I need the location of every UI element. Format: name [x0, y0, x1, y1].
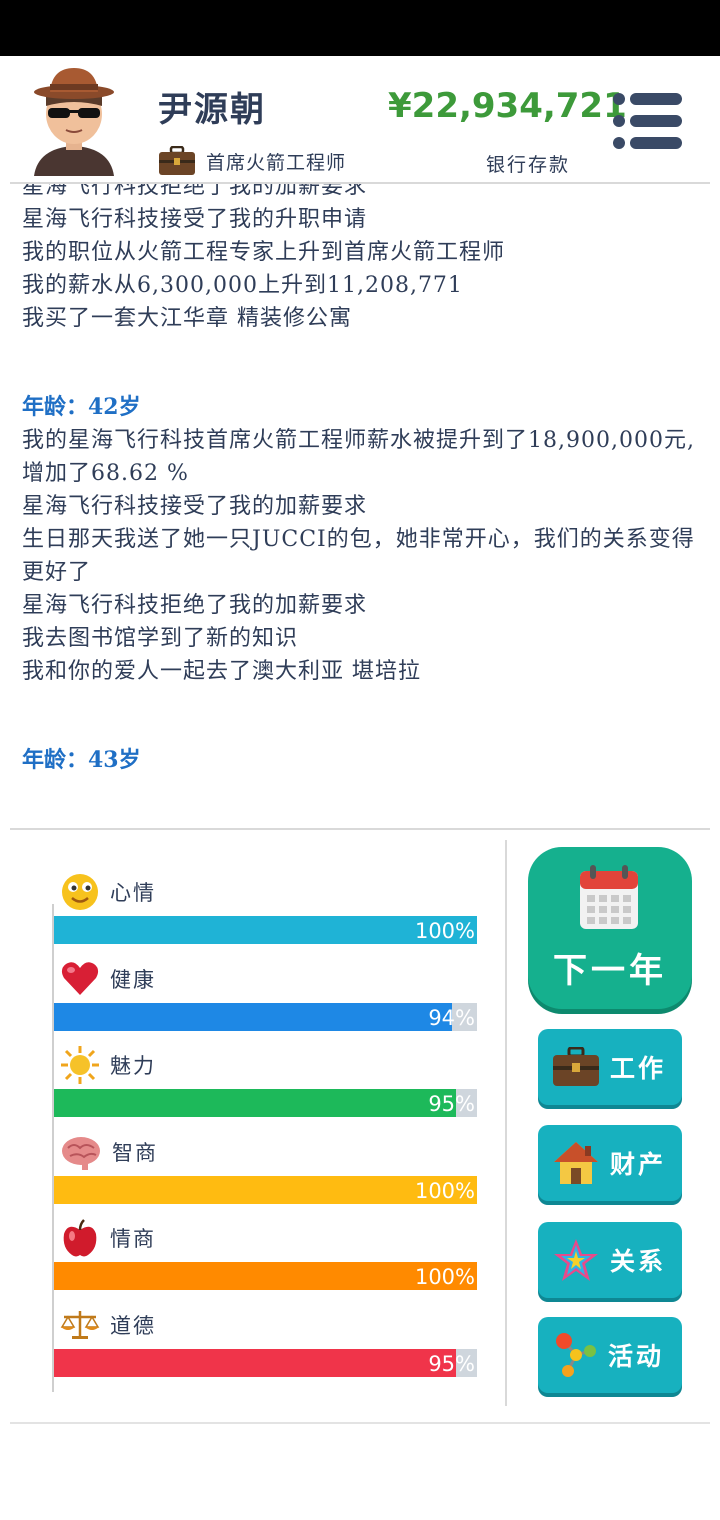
next-year-label: 下一年 [553, 951, 667, 991]
calendar-icon [580, 865, 638, 929]
stat-mood: 心情 100% [52, 860, 482, 947]
stat-charm: 魅力 95% [52, 1033, 482, 1120]
stat-bar: 100% [54, 1175, 477, 1204]
stat-bar: 94% [54, 1002, 477, 1031]
stat-percent: 94% [428, 1005, 475, 1030]
bank-balance: ¥22,934,721 [388, 86, 627, 126]
menu-icon[interactable] [612, 92, 684, 150]
avatar[interactable] [28, 66, 120, 178]
smiley-icon [62, 874, 98, 910]
stat-percent: 100% [414, 1178, 475, 1203]
bank-balance-label: 银行存款 [486, 154, 571, 176]
log-line: 星海飞行科技拒绝了我的加薪要求 [22, 593, 368, 618]
log-line: 我的职位从火箭工程专家上升到首席火箭工程师 [22, 240, 506, 265]
log-line: 星海飞行科技接受了我的升职申请 [22, 207, 368, 232]
stat-name: 心情 [110, 881, 156, 905]
status-bar [0, 0, 720, 56]
stat-bar: 95% [54, 1348, 477, 1377]
apple-icon [63, 1219, 97, 1257]
job-row: 首席火箭工程师 [158, 144, 346, 178]
stat-percent: 95% [428, 1092, 475, 1116]
house-icon [554, 1142, 598, 1184]
stat-bar-fill [54, 1175, 477, 1204]
stat-iq: 智商 100% [52, 1120, 482, 1207]
briefcase-icon [553, 1047, 599, 1086]
stat-eq: 情商 100% [52, 1206, 482, 1293]
log-divider [10, 828, 710, 830]
stat-bar-fill [54, 1348, 456, 1377]
stat-bar: 100% [54, 1262, 477, 1290]
stat-name: 智商 [112, 1140, 158, 1165]
stat-bar-fill [54, 1089, 456, 1117]
stat-percent: 100% [414, 1265, 475, 1289]
life-log-content: 星海飞行科技拒绝了我的加薪要求 星海飞行科技接受了我的升职申请 我的职位从火箭工… [22, 184, 702, 777]
stat-percent: 100% [414, 919, 475, 943]
relationship-label: 关系 [610, 1247, 667, 1276]
stat-bar-fill [54, 1262, 477, 1290]
stat-health: 健康 94% [52, 947, 482, 1034]
stats-panel: 心情 100% 健康 94% 魅力 95% 智商 100% 情商 100% 道德… [52, 860, 482, 1379]
stat-percent: 95% [428, 1351, 475, 1376]
log-line: 我去图书馆学到了新的知识 [22, 626, 299, 651]
stat-name: 健康 [110, 967, 156, 992]
log-line: 我和你的爱人一起去了澳大利亚 堪培拉 [22, 659, 421, 684]
property-button[interactable]: 财产 [538, 1125, 682, 1201]
brain-icon [62, 1136, 100, 1170]
stat-bar: 100% [54, 916, 477, 944]
log-line: 星海飞行科技拒绝了我的加薪要求 [22, 184, 368, 199]
stat-bar-fill [54, 916, 477, 944]
scales-icon [60, 1310, 100, 1339]
bottom-divider [10, 1422, 710, 1424]
stat-morality: 道德 95% [52, 1293, 482, 1380]
briefcase-icon [159, 146, 195, 175]
star-icon [554, 1239, 598, 1281]
heart-icon [61, 961, 99, 995]
log-line: 我的星海飞行科技首席火箭工程师薪水被提升到了18,900,000元,增加了68.… [22, 428, 695, 486]
job-title: 首席火箭工程师 [206, 151, 347, 174]
stat-bar-fill [54, 1002, 452, 1031]
age-heading: 年龄：43岁 [22, 747, 141, 773]
activity-button[interactable]: 活动 [538, 1317, 682, 1393]
age-heading: 年龄：42岁 [22, 394, 141, 420]
player-name: 尹源朝 [158, 90, 266, 130]
life-log[interactable]: 星海飞行科技拒绝了我的加薪要求 星海飞行科技接受了我的升职申请 我的职位从火箭工… [0, 184, 720, 828]
work-label: 工作 [610, 1054, 667, 1083]
log-line: 星海飞行科技接受了我的加薪要求 [22, 494, 368, 519]
relationship-button[interactable]: 关系 [538, 1222, 682, 1298]
log-line: 我买了一套大江华章 精装修公寓 [22, 306, 352, 331]
sun-icon [61, 1046, 99, 1084]
molecule-icon [556, 1333, 596, 1377]
log-line: 我的薪水从6,300,000上升到11,208,771 [22, 273, 463, 298]
property-label: 财产 [610, 1150, 667, 1179]
stat-name: 魅力 [110, 1054, 156, 1078]
stat-name: 道德 [110, 1313, 156, 1338]
panel-separator [505, 840, 507, 1406]
stat-bar: 95% [54, 1089, 477, 1117]
profile-header: 尹源朝 首席火箭工程师 ¥22,934,721 银行存款 [0, 56, 720, 182]
log-line: 生日那天我送了她一只JUCCI的包，她非常开心，我们的关系变得更好了 [22, 527, 695, 585]
next-year-button[interactable]: 下一年 [528, 847, 692, 1009]
work-button[interactable]: 工作 [538, 1029, 682, 1105]
stat-name: 情商 [110, 1227, 156, 1251]
activity-label: 活动 [608, 1342, 665, 1371]
